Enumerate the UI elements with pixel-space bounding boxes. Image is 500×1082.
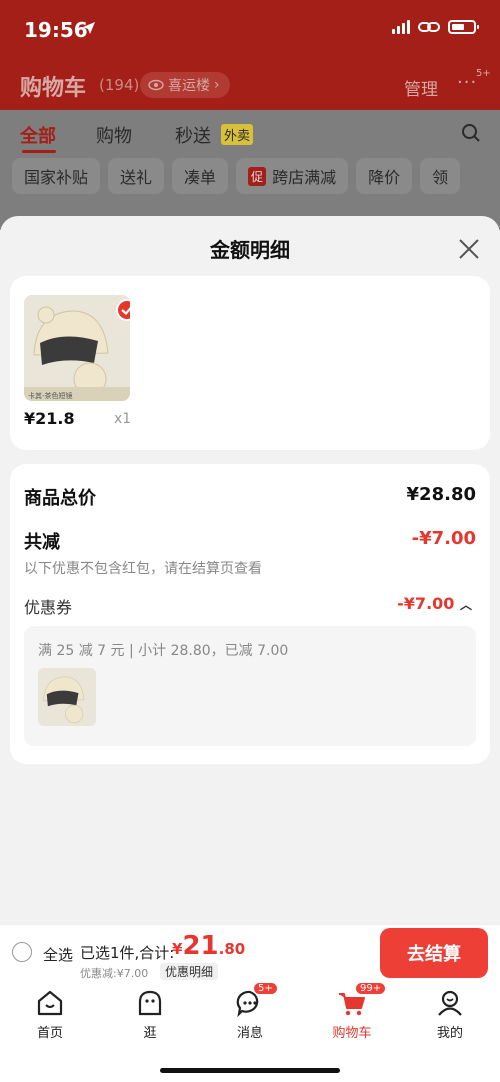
home-icon xyxy=(37,990,63,1016)
selected-items-card: 卡其-茶色短镜 ¥21.8 x1 xyxy=(10,276,490,450)
selected-summary: 已选1件,合计: xyxy=(80,944,175,962)
selected-check-icon xyxy=(116,299,130,321)
more-badge: 5+ xyxy=(476,68,491,79)
chip-price-drop[interactable]: 降价 xyxy=(356,158,413,194)
bottom-tabbar: 首页 逛 5+ 消息 99+ 购物车 我的 xyxy=(0,982,500,1082)
total-price: ¥21.80 xyxy=(172,931,246,961)
reduce-label: 共减 xyxy=(24,532,60,553)
cart-count: (194) xyxy=(99,76,140,94)
eye-icon xyxy=(148,79,164,91)
more-icon[interactable]: ··· xyxy=(457,72,477,93)
total-label: 商品总价 xyxy=(24,488,96,509)
coupon-product-thumb xyxy=(38,668,96,726)
chip-bundle[interactable]: 凑单 xyxy=(172,158,229,194)
discount-detail-button[interactable]: 优惠明细 xyxy=(160,963,219,980)
tabbar-browse[interactable]: 逛 xyxy=(120,988,180,1041)
chevron-right-icon: › xyxy=(214,77,220,93)
total-value: ¥28.80 xyxy=(406,484,476,505)
status-time: 19:56 xyxy=(24,18,88,42)
discount-amount: 优惠减:¥7.00 xyxy=(80,967,149,980)
home-indicator xyxy=(160,1068,340,1073)
chip-cross-store[interactable]: 促跨店满减 xyxy=(236,158,349,194)
cart-header: 购物车 (194) 喜运楼 › 管理 ··· 5+ xyxy=(0,60,500,110)
checkout-bar: 全选 已选1件,合计: ¥21.80 优惠减:¥7.00 优惠明细 去结算 xyxy=(0,924,500,982)
manage-button[interactable]: 管理 xyxy=(404,75,438,100)
location-arrow-icon xyxy=(83,22,95,34)
favorite-pill-label: 喜运楼 xyxy=(168,78,210,94)
battery-icon xyxy=(448,20,479,34)
browse-icon xyxy=(138,990,162,1016)
coupon-description: 满 25 减 7 元 | 小计 28.80，已减 7.00 xyxy=(38,643,289,659)
signal-icon xyxy=(392,20,410,34)
select-all-radio[interactable] xyxy=(12,942,32,962)
chip-coupon[interactable]: 领 xyxy=(420,158,461,194)
promo-tag: 促 xyxy=(248,166,267,186)
cart-badge: 99+ xyxy=(355,982,387,995)
item-price: ¥21.8 xyxy=(24,409,75,428)
chip-subsidy[interactable]: 国家补贴 xyxy=(12,158,101,194)
status-icons xyxy=(392,20,479,34)
tabbar-messages[interactable]: 5+ 消息 xyxy=(220,982,280,1041)
sheet-title: 金额明细 xyxy=(210,238,290,262)
close-icon[interactable] xyxy=(456,236,482,262)
amount-detail-sheet: 金额明细 卡其-茶色短镜 ¥21.8 x1 商品总价 ¥28.80 共减 -¥7… xyxy=(0,216,500,924)
coupon-detail-box: 满 25 减 7 元 | 小计 28.80，已减 7.00 xyxy=(24,626,476,746)
chip-gift[interactable]: 送礼 xyxy=(108,158,165,194)
checkout-button[interactable]: 去结算 xyxy=(380,928,488,978)
status-bar: 19:56 xyxy=(0,0,500,56)
select-all-label[interactable]: 全选 xyxy=(43,944,73,965)
tab-all[interactable]: 全部 xyxy=(20,122,56,148)
price-breakdown-card: 商品总价 ¥28.80 共减 -¥7.00 以下优惠不包含红包，请在结算页查看 … xyxy=(10,464,490,764)
discount-note: 以下优惠不包含红包，请在结算页查看 xyxy=(24,561,262,577)
coupon-label: 优惠券 xyxy=(24,598,73,617)
page-title: 购物车 xyxy=(20,76,87,101)
tabbar-profile[interactable]: 我的 xyxy=(420,988,480,1041)
coupon-toggle[interactable]: -¥7.00 ︿ xyxy=(397,594,472,613)
favorite-pill[interactable]: 喜运楼 › xyxy=(140,72,230,98)
link-icon xyxy=(418,22,440,32)
waimai-tag: 外卖 xyxy=(221,124,254,145)
search-icon[interactable] xyxy=(461,123,481,143)
tabbar-cart[interactable]: 99+ 购物车 xyxy=(322,982,387,1041)
tab-instant[interactable]: 秒送 xyxy=(175,122,211,148)
tabbar-home[interactable]: 首页 xyxy=(20,988,80,1041)
product-image[interactable]: 卡其-茶色短镜 xyxy=(24,295,130,401)
filter-chips: 国家补贴 送礼 凑单 促跨店满减 降价 领 xyxy=(12,158,461,194)
message-badge: 5+ xyxy=(253,982,278,995)
item-quantity: x1 xyxy=(114,411,132,427)
reduce-value: -¥7.00 xyxy=(411,528,476,549)
chevron-up-icon: ︿ xyxy=(459,598,472,612)
tab-underline xyxy=(22,150,56,153)
profile-icon xyxy=(438,990,462,1016)
helmet-thumb-image xyxy=(38,668,96,726)
svg-text:卡其-茶色短镜: 卡其-茶色短镜 xyxy=(28,391,73,400)
helmet-image: 卡其-茶色短镜 xyxy=(24,295,130,401)
tab-shopping[interactable]: 购物 xyxy=(96,122,132,148)
